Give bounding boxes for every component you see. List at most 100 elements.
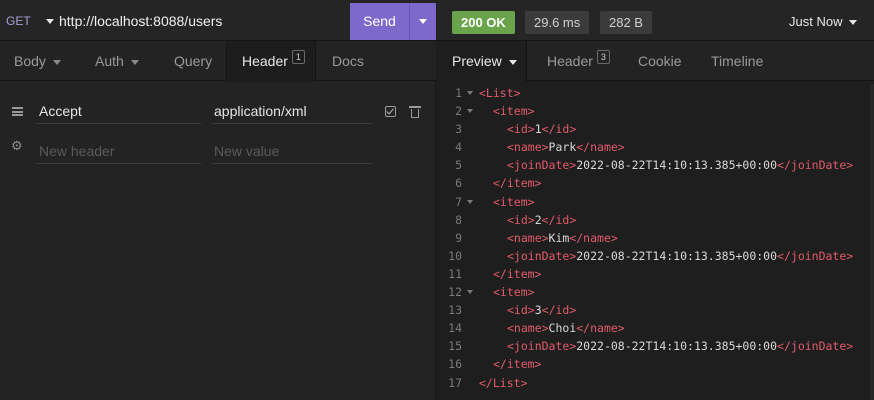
xml-open-tag: <joinDate> [507, 248, 577, 263]
response-status-bar: 200 OK 29.6 ms 282 B Just Now [437, 0, 874, 41]
request-pane: GET http://localhost:8088/users Send Bod… [0, 0, 436, 400]
response-tabs: Preview Header 3 Cookie Timeline [437, 41, 874, 82]
tab-response-header[interactable]: Header 3 [547, 41, 610, 81]
xml-text: 2022-08-22T14:10:13.385+00:00 [576, 339, 778, 354]
line-number: 15 [448, 339, 462, 354]
xml-open-tag: <name> [507, 230, 549, 245]
checkbox-icon[interactable] [385, 106, 396, 117]
line-number: 16 [448, 357, 462, 372]
send-dropdown-chevron-down-icon[interactable] [409, 3, 436, 40]
code-line: 17 </List> [437, 374, 874, 392]
fold-caret-icon[interactable] [467, 290, 473, 295]
xml-open-tag: </item> [493, 176, 542, 191]
xml-close-tag: </id> [541, 122, 577, 137]
xml-open-tag: <joinDate> [507, 339, 577, 354]
fold-caret-icon[interactable] [467, 91, 473, 95]
code-line: 14 <name>Choi</name> [437, 319, 874, 337]
tab-label: Timeline [711, 53, 764, 69]
tab-body[interactable]: Body [14, 41, 61, 81]
code-content: <List> [479, 84, 521, 102]
code-line: 15 <joinDate>2022-08-22T14:10:13.385+00:0… [437, 337, 874, 355]
code-line: 12 <item> [437, 283, 874, 301]
code-content: <id>1</id> [507, 120, 576, 138]
url-bar: GET http://localhost:8088/users Send [0, 0, 436, 41]
tab-query[interactable]: Query [174, 41, 212, 81]
xml-open-tag: <item> [493, 104, 535, 119]
xml-close-tag: </id> [541, 212, 577, 227]
code-line: 13 <id>3</id> [437, 301, 874, 319]
new-header-input[interactable]: New header [36, 138, 201, 164]
response-body-viewer[interactable]: 1 <List> 2 <item> 3 <id>1</id> 4 <name>Park</na… [437, 84, 874, 392]
line-number: 6 [455, 176, 462, 191]
response-size-badge: 282 B [600, 11, 652, 34]
xml-open-tag: <name> [507, 140, 549, 155]
chevron-down-icon [52, 59, 61, 65]
chevron-down-icon [130, 59, 139, 65]
code-content: <id>3</id> [507, 301, 576, 319]
method-label[interactable]: GET [6, 0, 31, 41]
tab-header[interactable]: Header 1 [226, 41, 316, 82]
drag-handle-icon[interactable] [12, 107, 23, 116]
new-value-input[interactable]: New value [211, 138, 373, 164]
line-number: 3 [455, 122, 462, 137]
xml-close-tag: </joinDate> [777, 158, 854, 173]
header-value-input[interactable]: application/xml [211, 98, 373, 124]
tab-auth[interactable]: Auth [95, 41, 139, 81]
code-content: <name>Park</name> [507, 138, 625, 156]
line-number: 14 [448, 321, 462, 336]
tab-label: Header [242, 53, 288, 69]
tab-label: Preview [452, 53, 502, 69]
xml-open-tag: <item> [493, 194, 535, 209]
tab-label: Header [547, 53, 593, 69]
code-line: 3 <id>1</id> [437, 120, 874, 138]
tab-label: Query [174, 53, 213, 69]
gear-icon: ⚙ [11, 138, 23, 153]
xml-text: 2 [534, 212, 542, 227]
xml-close-tag: </name> [576, 321, 625, 336]
fold-caret-icon[interactable] [467, 109, 473, 114]
header-name-input[interactable]: Accept [36, 98, 201, 124]
line-number: 10 [448, 248, 462, 263]
tab-preview[interactable]: Preview [437, 41, 527, 82]
xml-text: 1 [534, 122, 542, 137]
line-number: 9 [455, 230, 462, 245]
tab-label: Body [14, 53, 46, 69]
code-line: 7 <item> [437, 193, 874, 211]
line-number: 1 [455, 86, 462, 100]
xml-close-tag: </joinDate> [777, 248, 854, 263]
caret-down-icon[interactable] [46, 19, 54, 24]
code-content: <joinDate>2022-08-22T14:10:13.385+00:00<… [507, 247, 853, 265]
xml-close-tag: </joinDate> [777, 339, 854, 354]
tab-timeline[interactable]: Timeline [711, 41, 763, 81]
code-line: 11 </item> [437, 265, 874, 283]
tab-cookie[interactable]: Cookie [638, 41, 682, 81]
xml-text: Park [548, 140, 577, 155]
history-dropdown[interactable]: Just Now [789, 0, 858, 41]
code-line: 16 </item> [437, 355, 874, 373]
tab-label: Docs [332, 53, 364, 69]
code-content: </item> [493, 265, 541, 283]
code-line: 1 <List> [437, 84, 874, 102]
code-content: <joinDate>2022-08-22T14:10:13.385+00:00<… [507, 156, 853, 174]
line-number: 4 [455, 140, 462, 155]
xml-open-tag: <joinDate> [507, 158, 577, 173]
xml-text: Choi [548, 321, 577, 336]
xml-open-tag: <id> [507, 212, 535, 227]
code-content: <name>Kim</name> [507, 229, 618, 247]
header-count-badge: 1 [291, 50, 305, 64]
code-line: 5 <joinDate>2022-08-22T14:10:13.385+00:00… [437, 156, 874, 174]
chevron-down-icon [849, 20, 858, 26]
url-input[interactable]: http://localhost:8088/users [59, 0, 222, 41]
trash-icon[interactable] [409, 106, 421, 118]
chevron-down-icon [508, 59, 517, 65]
code-content: </List> [479, 374, 527, 392]
send-button[interactable]: Send [350, 3, 409, 40]
line-number: 13 [448, 303, 462, 318]
xml-close-tag: </name> [576, 140, 625, 155]
scrollbar[interactable] [870, 84, 874, 400]
xml-open-tag: <List> [479, 86, 521, 100]
history-label: Just Now [789, 14, 843, 29]
tab-docs[interactable]: Docs [332, 41, 364, 81]
fold-caret-icon[interactable] [467, 199, 473, 204]
new-header-row: ⚙ New header New value [0, 132, 436, 172]
